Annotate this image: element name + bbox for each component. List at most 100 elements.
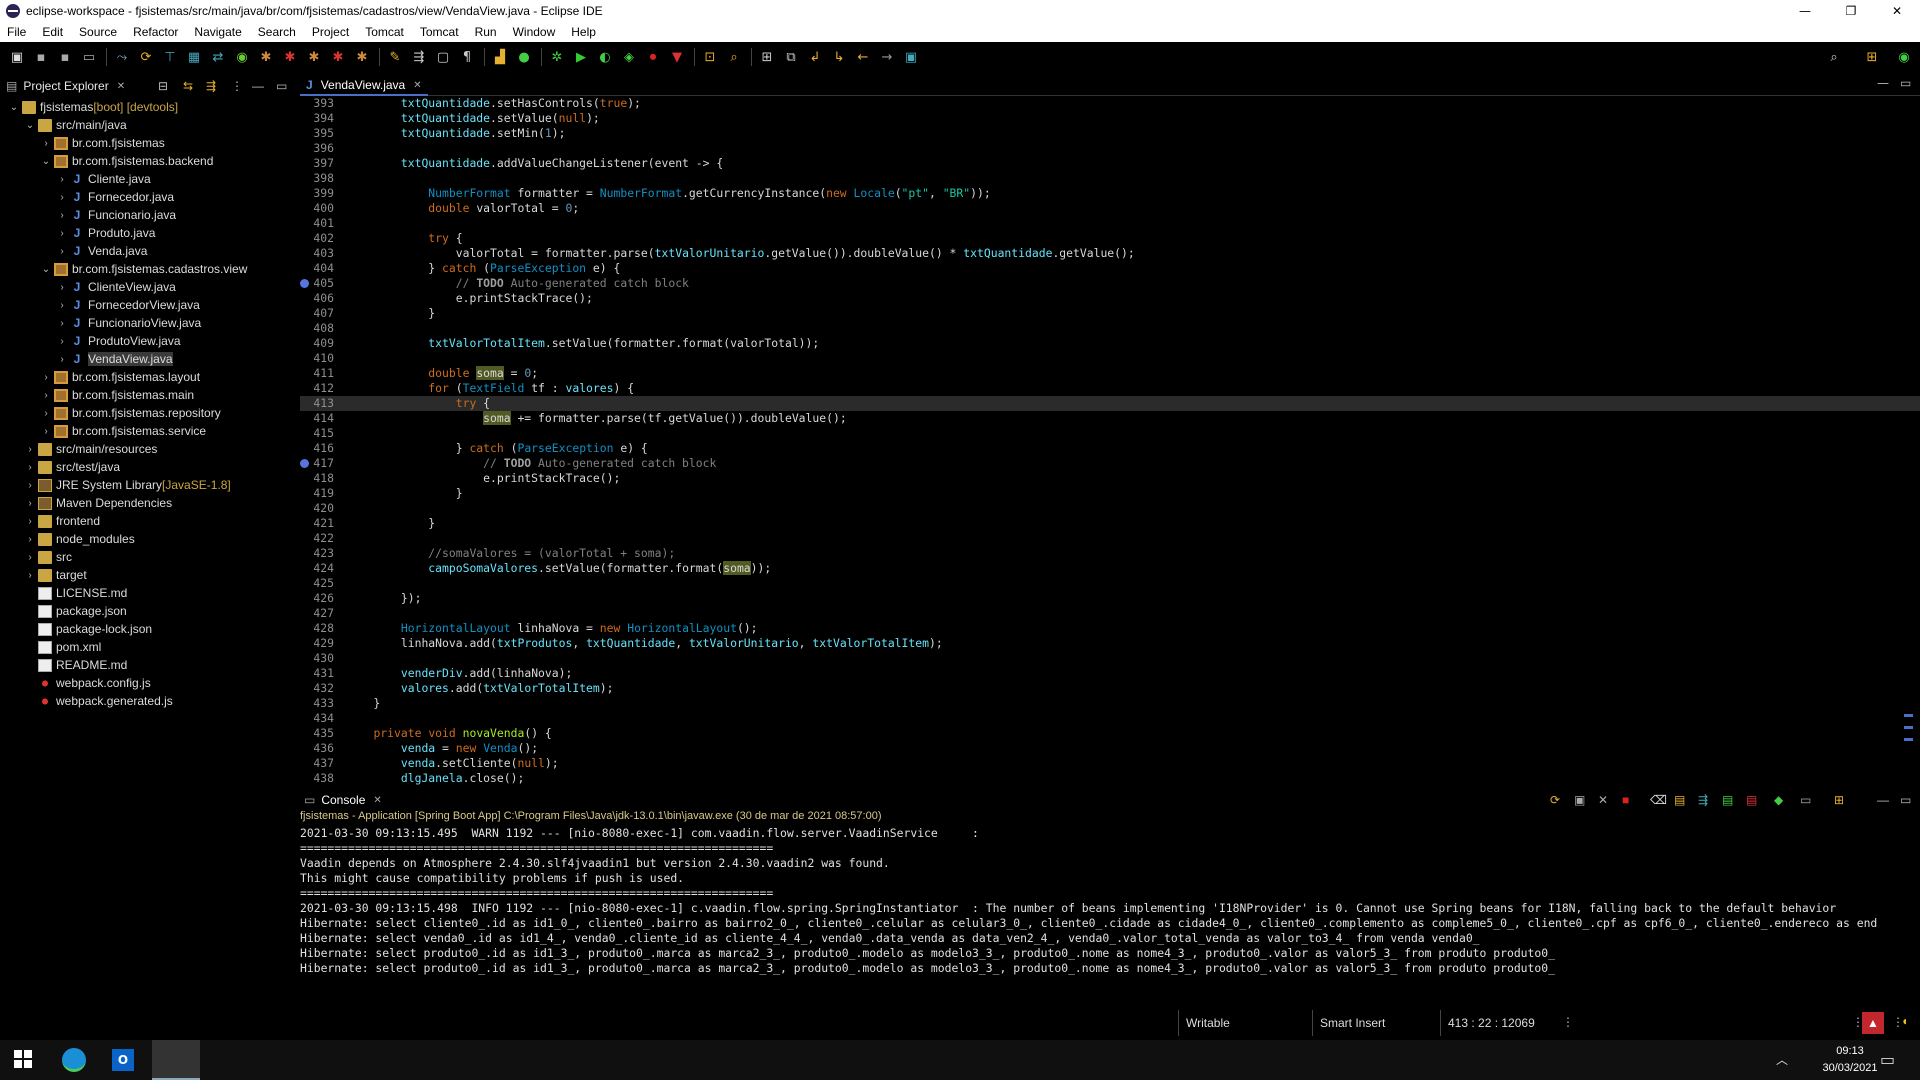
lightbulb-icon[interactable]: ◖ <box>1901 1014 1908 1028</box>
chevron-down-icon[interactable]: ⌄ <box>40 264 52 275</box>
server-clean-icon[interactable]: ✱ <box>327 46 349 68</box>
more-icon[interactable]: ⋮ <box>1562 1015 1574 1029</box>
eclipse-taskbar-icon[interactable] <box>152 1040 200 1080</box>
menu-refactor[interactable]: Refactor <box>126 25 187 39</box>
code-line[interactable]: 399 NumberFormat formatter = NumberForma… <box>300 186 1920 201</box>
view-menu-icon[interactable]: ⋮ <box>231 79 243 93</box>
code-line[interactable]: 415 <box>300 426 1920 441</box>
tree-item-java-file[interactable]: › J Funcionario.java <box>0 206 292 224</box>
prev-annotation-icon[interactable]: ↲ <box>804 46 826 68</box>
java-perspective-icon[interactable]: ◉ <box>1893 46 1915 68</box>
chevron-right-icon[interactable]: › <box>24 534 36 545</box>
tree-item-package[interactable]: › br.com.fjsistemas <box>0 134 292 152</box>
tree-item-folder[interactable]: › src <box>0 548 292 566</box>
code-line[interactable]: 403 valorTotal = formatter.parse(txtValo… <box>300 246 1920 261</box>
chevron-right-icon[interactable]: › <box>24 516 36 527</box>
code-line[interactable]: 400 double valorTotal = 0; <box>300 201 1920 216</box>
word-wrap-icon[interactable]: ⇶ <box>1698 793 1708 807</box>
collapse-all-icon[interactable]: ⊟ <box>158 79 168 93</box>
block-select-icon[interactable]: ▢ <box>432 46 454 68</box>
chevron-right-icon[interactable]: › <box>56 318 68 329</box>
close-icon[interactable]: ✕ <box>373 795 381 806</box>
menu-help[interactable]: Help <box>564 25 605 39</box>
notification-icon[interactable]: ▲ <box>1862 1012 1884 1034</box>
tree-item-file[interactable]: package.json <box>0 602 292 620</box>
tree-item-package[interactable]: › br.com.fjsistemas.main <box>0 386 292 404</box>
chevron-right-icon[interactable]: › <box>40 408 52 419</box>
chevron-down-icon[interactable]: ⌄ <box>24 120 36 131</box>
code-line[interactable]: 396 <box>300 141 1920 156</box>
ant-icon[interactable]: ▼ <box>666 46 688 68</box>
editor-tab-vendaview[interactable]: J VendaView.java ✕ <box>300 76 428 96</box>
chevron-down-icon[interactable]: ⌄ <box>8 102 20 113</box>
chevron-right-icon[interactable]: › <box>24 444 36 455</box>
code-line[interactable]: 435 private void novaVenda() { <box>300 726 1920 741</box>
tree-item-java-file[interactable]: › J Cliente.java <box>0 170 292 188</box>
code-line[interactable]: 409 txtValorTotalItem.setValue(formatter… <box>300 336 1920 351</box>
code-line[interactable]: 405 // TODO Auto-generated catch block <box>300 276 1920 291</box>
tree-item-file[interactable]: pom.xml <box>0 638 292 656</box>
code-line[interactable]: 408 <box>300 321 1920 336</box>
menu-edit[interactable]: Edit <box>35 25 72 39</box>
scroll-lock-icon[interactable]: ▤ <box>1674 793 1685 807</box>
forward-icon[interactable]: → <box>876 46 898 68</box>
code-line[interactable]: 428 HorizontalLayout linhaNova = new Hor… <box>300 621 1920 636</box>
remove-launch-icon[interactable]: ✕ <box>1598 793 1608 807</box>
debug-skip-icon[interactable]: ⤳ <box>111 46 133 68</box>
code-line[interactable]: 429 linhaNova.add(txtProdutos, txtQuanti… <box>300 636 1920 651</box>
chevron-right-icon[interactable]: › <box>24 480 36 491</box>
filter-icon[interactable]: ⊤ <box>159 46 181 68</box>
code-line[interactable]: 410 <box>300 351 1920 366</box>
chevron-right-icon[interactable]: › <box>56 192 68 203</box>
menu-project[interactable]: Project <box>305 25 358 39</box>
annotation-icon[interactable]: ⊞ <box>756 46 778 68</box>
chevron-right-icon[interactable]: › <box>56 282 68 293</box>
code-line[interactable]: 398 <box>300 171 1920 186</box>
clear-console-icon[interactable]: ⌫ <box>1650 793 1667 807</box>
code-line[interactable]: 414 soma += formatter.parse(tf.getValue(… <box>300 411 1920 426</box>
outlook-icon[interactable]: O <box>112 1049 134 1071</box>
console-output[interactable]: 2021-03-30 09:13:15.495 WARN 1192 --- [n… <box>300 826 1920 976</box>
notifications-icon[interactable]: ▭ <box>1880 1050 1895 1069</box>
tree-item-file[interactable]: webpack.config.js <box>0 674 292 692</box>
new-class-icon[interactable]: ● <box>513 46 535 68</box>
tree-item-folder[interactable]: › node_modules <box>0 530 292 548</box>
tree-item-src-main-java[interactable]: ⌄ src/main/java <box>0 116 292 134</box>
server-start-icon[interactable]: ✱ <box>255 46 277 68</box>
console-sync-icon[interactable]: ⟳ <box>1550 793 1560 807</box>
tree-item-java-file[interactable]: › J ClienteView.java <box>0 278 292 296</box>
menu-tomcat[interactable]: Tomcat <box>358 25 413 39</box>
tree-item-java-file[interactable]: › J ProdutoView.java <box>0 332 292 350</box>
windows-start-icon[interactable] <box>14 1050 32 1068</box>
minimize-view-icon[interactable]: — <box>1877 76 1889 90</box>
chevron-right-icon[interactable]: › <box>40 372 52 383</box>
code-line[interactable]: 431 venderDiv.add(linhaNova); <box>300 666 1920 681</box>
menu-tomcat-2[interactable]: Tomcat <box>413 25 468 39</box>
menu-window[interactable]: Window <box>506 25 565 39</box>
chevron-right-icon[interactable]: › <box>56 210 68 221</box>
code-line[interactable]: 434 <box>300 711 1920 726</box>
save-icon[interactable]: ▪ <box>30 46 52 68</box>
code-line[interactable]: 417 // TODO Auto-generated catch block <box>300 456 1920 471</box>
code-line[interactable]: 418 e.printStackTrace(); <box>300 471 1920 486</box>
code-line[interactable]: 395 txtQuantidade.setMin(1); <box>300 126 1920 141</box>
code-line[interactable]: 393 txtQuantidade.setHasControls(true); <box>300 96 1920 111</box>
code-line[interactable]: 411 double soma = 0; <box>300 366 1920 381</box>
external-tools-icon[interactable]: ◈ <box>618 46 640 68</box>
menu-run[interactable]: Run <box>468 25 506 39</box>
code-line[interactable]: 419 } <box>300 486 1920 501</box>
code-line[interactable]: 402 try { <box>300 231 1920 246</box>
maximize-view-icon[interactable]: ▭ <box>1900 76 1911 90</box>
code-editor[interactable]: 393 txtQuantidade.setHasControls(true); 3… <box>300 96 1920 786</box>
code-line[interactable]: 404 } catch (ParseException e) { <box>300 261 1920 276</box>
code-line[interactable]: 425 <box>300 576 1920 591</box>
focus-icon[interactable]: ⇶ <box>206 79 216 93</box>
save-all-icon[interactable]: ▪ <box>54 46 76 68</box>
code-line[interactable]: 424 campoSomaValores.setValue(formatter.… <box>300 561 1920 576</box>
code-line[interactable]: 407 } <box>300 306 1920 321</box>
taskbar-time[interactable]: 09:13 <box>1820 1045 1880 1057</box>
code-line[interactable]: 421 } <box>300 516 1920 531</box>
code-line[interactable]: 430 <box>300 651 1920 666</box>
taskbar-date[interactable]: 30/03/2021 <box>1820 1062 1880 1074</box>
project-explorer-tab[interactable]: ▤ Project Explorer ✕ ⊟ ⇆ ⇶ ⋮ — ▭ <box>0 76 292 96</box>
